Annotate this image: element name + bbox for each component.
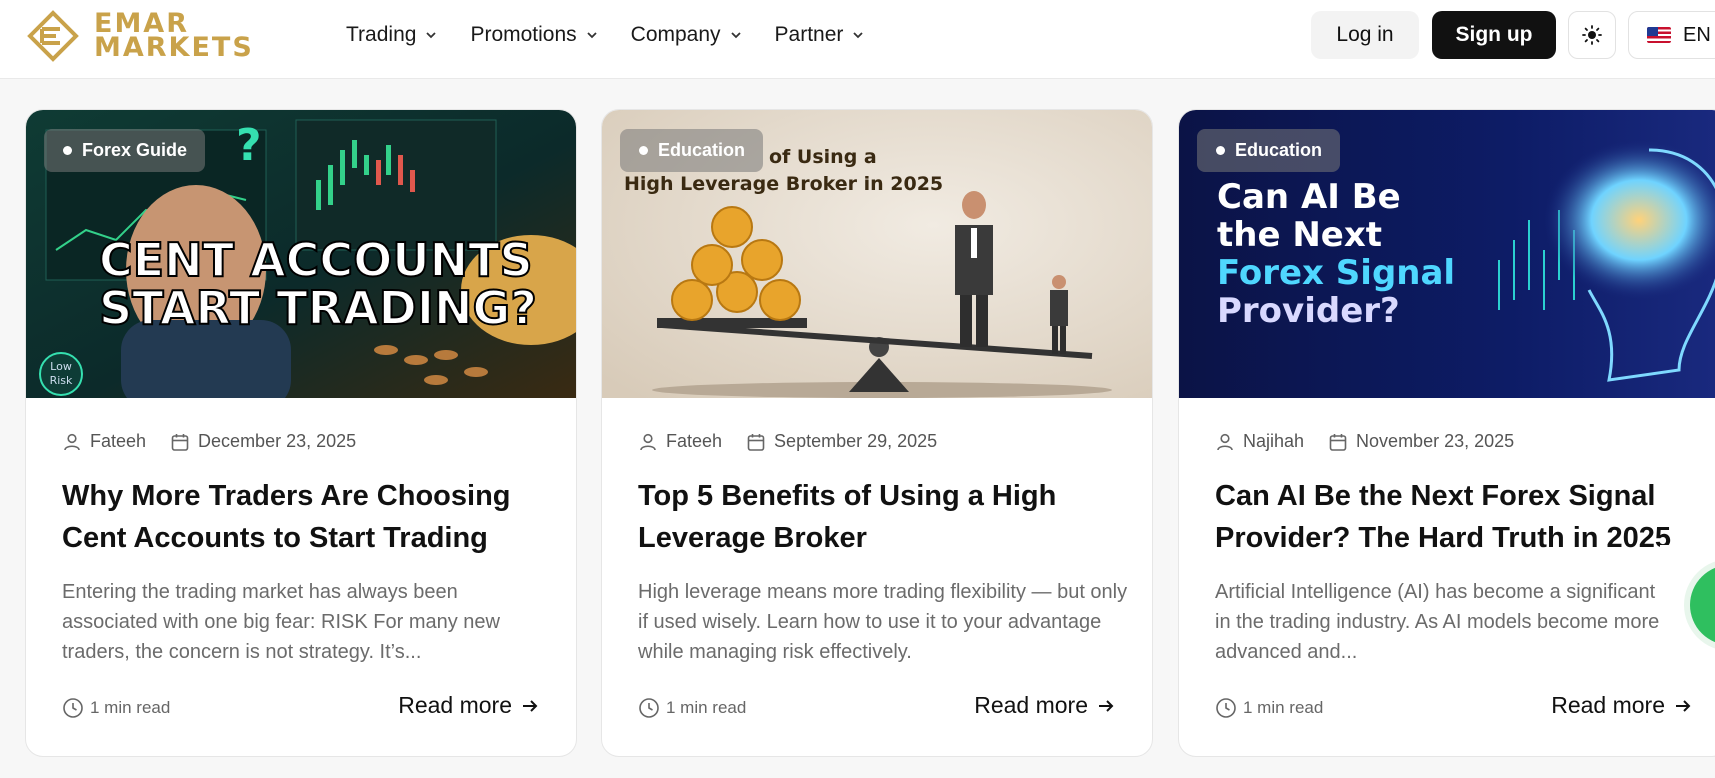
image-badge-line-2: Risk — [50, 374, 73, 387]
article-thumbnail[interactable]: of Using a High Leverage Broker in 2025 — [602, 110, 1152, 398]
theme-toggle-button[interactable] — [1568, 11, 1616, 59]
user-icon — [64, 433, 80, 450]
read-more-label: Read more — [398, 692, 512, 718]
read-time: 1 min read — [62, 697, 170, 719]
logo-mark-icon — [27, 10, 79, 62]
menu-company[interactable]: Company — [631, 18, 743, 52]
article-title[interactable]: Can AI Be the Next Forex Signal Provider… — [1215, 475, 1705, 559]
article-card[interactable]: ? CENT ACCOUNTS START TRADING? Low Risk … — [25, 109, 577, 757]
arrow-right-icon — [523, 699, 538, 712]
read-time: 1 min read — [638, 697, 746, 719]
user-icon — [640, 433, 656, 450]
clock-icon — [1216, 698, 1236, 718]
calendar-icon — [1329, 433, 1347, 451]
category-tag[interactable]: Forex Guide — [44, 129, 206, 172]
calendar-icon — [747, 433, 765, 451]
chevron-down-icon — [587, 32, 597, 39]
article-excerpt: High leverage means more trading flexibi… — [638, 581, 1128, 663]
sun-icon — [1582, 25, 1602, 45]
chevron-down-icon — [426, 32, 437, 39]
login-button[interactable]: Log in — [1311, 11, 1419, 59]
menu-promotions-label: Promotions — [470, 23, 577, 46]
article-card[interactable]: Can AI Be the Next Forex Signal Provider… — [1178, 109, 1715, 757]
article-meta: Fateeh December 23, 2025 — [62, 431, 356, 452]
read-more-label: Read more — [1551, 692, 1665, 718]
image-headline-line-2: High Leverage Broker in 2025 — [624, 173, 943, 195]
chat-widget — [1660, 545, 1715, 681]
image-badge-line-1: Low — [50, 360, 72, 373]
publish-date: November 23, 2025 — [1328, 431, 1514, 452]
arrow-right-icon — [1676, 699, 1691, 712]
category-tag[interactable]: Education — [620, 129, 764, 172]
article-meta: Fateeh September 29, 2025 — [638, 431, 937, 452]
image-headline-line-2: START TRADING? — [99, 281, 537, 335]
image-headline-line-2: the Next — [1217, 215, 1382, 255]
us-flag-icon — [1647, 27, 1671, 43]
read-more-link[interactable]: Read more — [398, 692, 540, 719]
menu-company-label: Company — [630, 23, 721, 46]
menu-partner[interactable]: Partner — [775, 18, 866, 52]
publish-date-text: November 23, 2025 — [1356, 431, 1515, 451]
menu-promotions[interactable]: Promotions — [470, 18, 598, 52]
menu-trading[interactable]: Trading — [346, 18, 438, 52]
read-time: 1 min read — [1215, 697, 1323, 719]
article-excerpt: Entering the trading market has always b… — [62, 581, 500, 663]
image-headline-line-1: Can AI Be — [1217, 177, 1401, 217]
language-label: EN — [1683, 23, 1711, 46]
read-time-text: 1 min read — [1243, 698, 1324, 717]
calendar-icon — [171, 433, 189, 451]
read-more-link[interactable]: Read more — [1551, 692, 1693, 719]
clock-icon — [639, 698, 659, 718]
article-card[interactable]: of Using a High Leverage Broker in 2025 — [601, 109, 1153, 757]
publish-date-text: September 29, 2025 — [774, 431, 938, 451]
chevron-down-icon — [730, 32, 741, 39]
brand-line-2: MARKETS — [94, 32, 254, 63]
author-name: Fateeh — [90, 431, 147, 451]
user-icon — [1217, 433, 1233, 450]
publish-date: December 23, 2025 — [170, 431, 356, 452]
menu-partner-label: Partner — [774, 23, 844, 46]
article-thumbnail[interactable]: ? CENT ACCOUNTS START TRADING? Low Risk … — [26, 110, 576, 398]
brand-logo[interactable]: EMAR MARKETS — [22, 5, 292, 67]
chat-launcher-icon[interactable] — [1690, 565, 1715, 645]
svg-text:?: ? — [236, 120, 262, 171]
clock-icon — [63, 698, 83, 718]
article-title[interactable]: Top 5 Benefits of Using a High Leverage … — [638, 475, 1128, 559]
menu-trading-label: Trading — [346, 23, 417, 46]
article-excerpt: Artificial Intelligence (AI) has become … — [1215, 581, 1704, 663]
read-more-label: Read more — [974, 692, 1088, 718]
publish-date-text: December 23, 2025 — [198, 431, 357, 451]
chevron-down-icon — [853, 32, 864, 39]
publish-date: September 29, 2025 — [746, 431, 937, 452]
article-thumbnail[interactable]: Can AI Be the Next Forex Signal Provider… — [1179, 110, 1715, 398]
image-headline-line-3: Forex Signal — [1217, 253, 1455, 293]
brand-wordmark: EMAR MARKETS — [94, 10, 254, 63]
author-name: Fateeh — [666, 431, 723, 451]
image-headline-line-1: of Using a — [769, 146, 877, 168]
signup-button[interactable]: Sign up — [1432, 11, 1556, 59]
article-title[interactable]: Why More Traders Are Choosing Cent Accou… — [62, 475, 552, 559]
article-meta: Najihah November 23, 2025 — [1215, 431, 1514, 452]
main-menu: Trading Promotions Company Partner — [346, 18, 897, 52]
category-tag[interactable]: Education — [1197, 129, 1341, 172]
arrow-right-icon — [1099, 699, 1114, 712]
read-more-link[interactable]: Read more — [974, 692, 1116, 719]
read-time-text: 1 min read — [666, 698, 747, 717]
read-time-text: 1 min read — [90, 698, 171, 717]
image-headline-line-1: CENT ACCOUNTS — [99, 233, 533, 287]
author-name: Najihah — [1243, 431, 1305, 451]
image-headline-line-4: Provider? — [1217, 291, 1400, 331]
top-navbar: EMAR MARKETS Trading Promotions Company … — [0, 0, 1715, 79]
language-selector[interactable]: EN — [1628, 11, 1715, 59]
